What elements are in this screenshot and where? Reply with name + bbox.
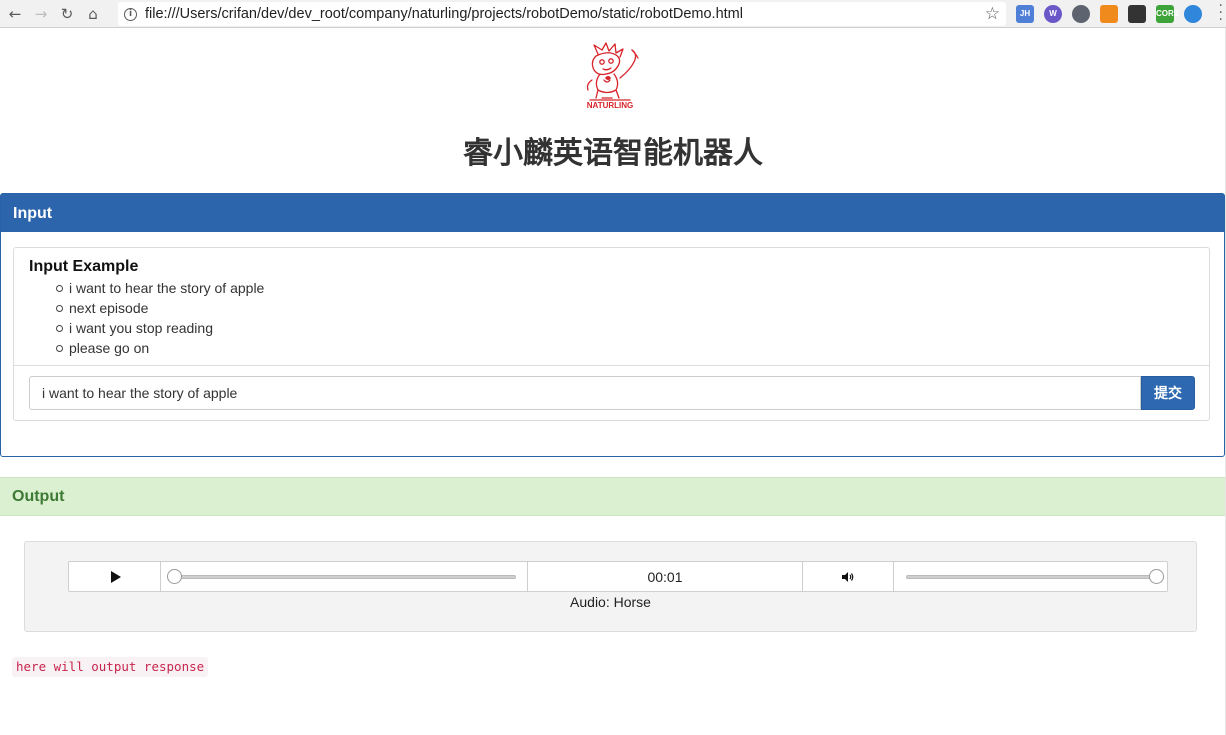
page-title: 睿小麟英语智能机器人 bbox=[463, 136, 763, 171]
volume-icon bbox=[842, 571, 854, 582]
mute-button[interactable] bbox=[803, 562, 894, 591]
audio-caption: Audio: Horse bbox=[570, 594, 651, 610]
jh-extension-icon[interactable]: JH bbox=[1016, 5, 1034, 23]
query-input[interactable] bbox=[29, 376, 1141, 410]
submit-button[interactable]: 提交 bbox=[1141, 376, 1195, 410]
browser-toolbar: ← → ↻ ⌂ i file:///Users/crifan/dev/dev_r… bbox=[0, 0, 1226, 28]
volume-track bbox=[906, 575, 1156, 579]
home-button[interactable]: ⌂ bbox=[82, 3, 104, 25]
seek-track bbox=[174, 575, 516, 579]
list-item: i want to hear the story of apple bbox=[55, 280, 265, 296]
current-time: 00:01 bbox=[528, 562, 803, 591]
info-icon[interactable]: i bbox=[124, 7, 137, 21]
list-item: next episode bbox=[55, 298, 264, 318]
qr-code-icon[interactable] bbox=[1128, 5, 1146, 23]
list-item: i want you stop reading bbox=[55, 318, 264, 338]
naturling-logo: NATURLING bbox=[576, 40, 644, 110]
input-example-card: Input Example i want to hear the story o… bbox=[13, 247, 1210, 421]
back-button[interactable]: ← bbox=[4, 3, 26, 25]
example-list: i want to hear the story of apple next e… bbox=[55, 278, 265, 358]
wappalyzer-icon[interactable]: W bbox=[1044, 5, 1062, 23]
output-panel-heading: Output bbox=[0, 477, 1226, 516]
response-output: here will output response bbox=[12, 657, 209, 677]
reload-button[interactable]: ↻ bbox=[56, 3, 78, 25]
globe-extension-icon[interactable] bbox=[1184, 5, 1202, 23]
bookmark-star-icon[interactable]: ☆ bbox=[985, 4, 1000, 24]
browser-menu-icon[interactable]: · · · bbox=[1219, 0, 1223, 27]
audio-player: 00:01 bbox=[68, 561, 1168, 592]
volume-slider[interactable] bbox=[894, 562, 1167, 591]
reload-icon: ↻ bbox=[60, 4, 74, 23]
seek-slider[interactable] bbox=[161, 562, 528, 591]
card-divider bbox=[14, 365, 1209, 366]
forward-button[interactable]: → bbox=[30, 3, 52, 25]
logo-text: NATURLING bbox=[587, 101, 634, 110]
forward-arrow-icon: → bbox=[34, 4, 48, 23]
volume-thumb[interactable] bbox=[1148, 569, 1164, 584]
list-item: please go on bbox=[55, 338, 264, 358]
url-text[interactable]: file:///Users/crifan/dev/dev_root/compan… bbox=[145, 6, 743, 22]
back-arrow-icon: ← bbox=[8, 4, 22, 23]
mixed-content-icon[interactable] bbox=[1100, 5, 1118, 23]
input-panel: Input Input Example i want to hear the s… bbox=[0, 193, 1225, 457]
input-example-title: Input Example bbox=[29, 258, 139, 275]
input-panel-heading: Input bbox=[1, 194, 1224, 232]
seek-thumb[interactable] bbox=[166, 569, 182, 584]
audio-container: 00:01 Audio: Horse bbox=[24, 541, 1197, 632]
home-icon: ⌂ bbox=[88, 4, 98, 23]
address-bar[interactable]: i file:///Users/crifan/dev/dev_root/comp… bbox=[118, 2, 1006, 26]
cors-icon[interactable]: CORS bbox=[1156, 5, 1179, 23]
play-button[interactable] bbox=[69, 562, 161, 591]
play-icon bbox=[111, 570, 121, 583]
react-devtools-icon[interactable] bbox=[1072, 5, 1090, 23]
